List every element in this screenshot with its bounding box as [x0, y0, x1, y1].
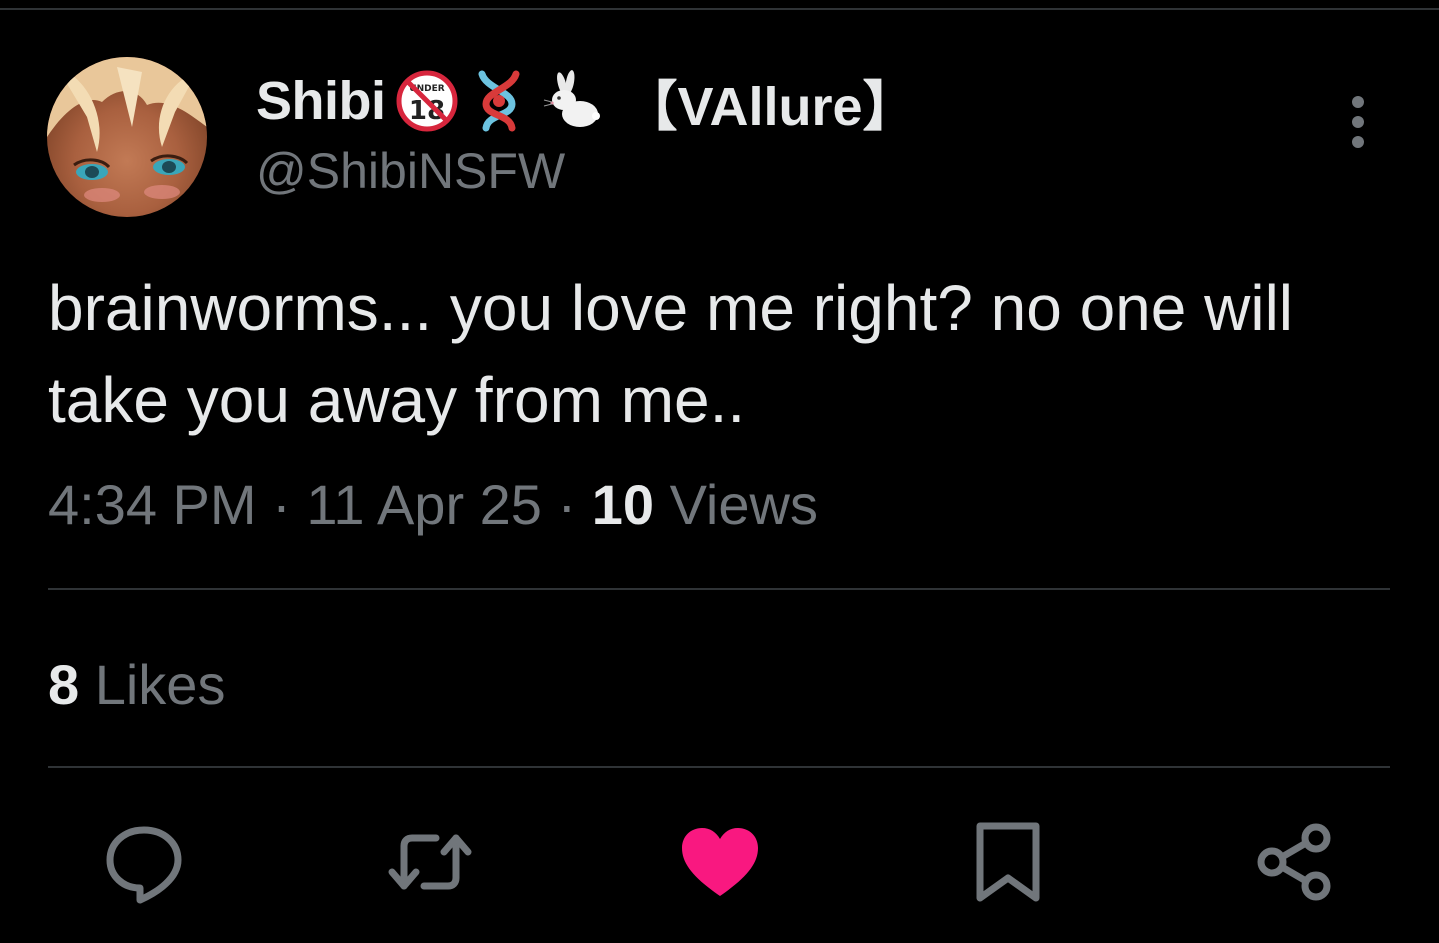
likes-count: 8 — [48, 653, 80, 716]
divider — [48, 766, 1390, 768]
tweet-meta: 4:34 PM · 11 Apr 25 · 10 Views — [48, 472, 818, 537]
avatar[interactable] — [47, 57, 207, 217]
brand-tag: 【VAllure】 — [623, 76, 917, 137]
more-options-button[interactable] — [1336, 92, 1380, 152]
likes-summary[interactable]: 8 Likes — [48, 652, 225, 717]
reply-icon — [106, 826, 182, 904]
bookmark-icon — [976, 822, 1040, 902]
views-label: Views — [669, 473, 818, 536]
bookmark-button[interactable] — [966, 820, 1050, 904]
more-vertical-icon — [1352, 96, 1364, 148]
share-button[interactable] — [1252, 820, 1336, 904]
retweet-button[interactable] — [388, 820, 472, 904]
retweet-icon — [388, 834, 472, 890]
display-name[interactable]: Shibi — [256, 70, 386, 132]
knot-icon — [468, 70, 530, 132]
likes-label: Likes — [94, 653, 226, 716]
reply-button[interactable] — [102, 820, 186, 904]
divider — [48, 588, 1390, 590]
tweet-date[interactable]: 11 Apr 25 — [306, 473, 542, 536]
views-count: 10 — [591, 473, 655, 536]
tweet-text: brainworms... you love me right? no one … — [48, 272, 1293, 436]
author-name-row[interactable]: Shibi UNDER 18 【VAllure】 — [256, 68, 917, 137]
like-icon-filled — [682, 828, 758, 896]
author-handle[interactable]: @ShibiNSFW — [256, 142, 565, 200]
underage-18-icon: UNDER 18 — [396, 70, 458, 132]
meta-separator: · — [272, 473, 291, 536]
meta-separator: · — [557, 473, 577, 536]
tweet-time[interactable]: 4:34 PM — [48, 473, 257, 536]
rabbit-icon — [540, 70, 602, 132]
share-icon — [1257, 823, 1331, 901]
top-divider — [0, 8, 1439, 10]
like-button[interactable] — [678, 820, 762, 904]
